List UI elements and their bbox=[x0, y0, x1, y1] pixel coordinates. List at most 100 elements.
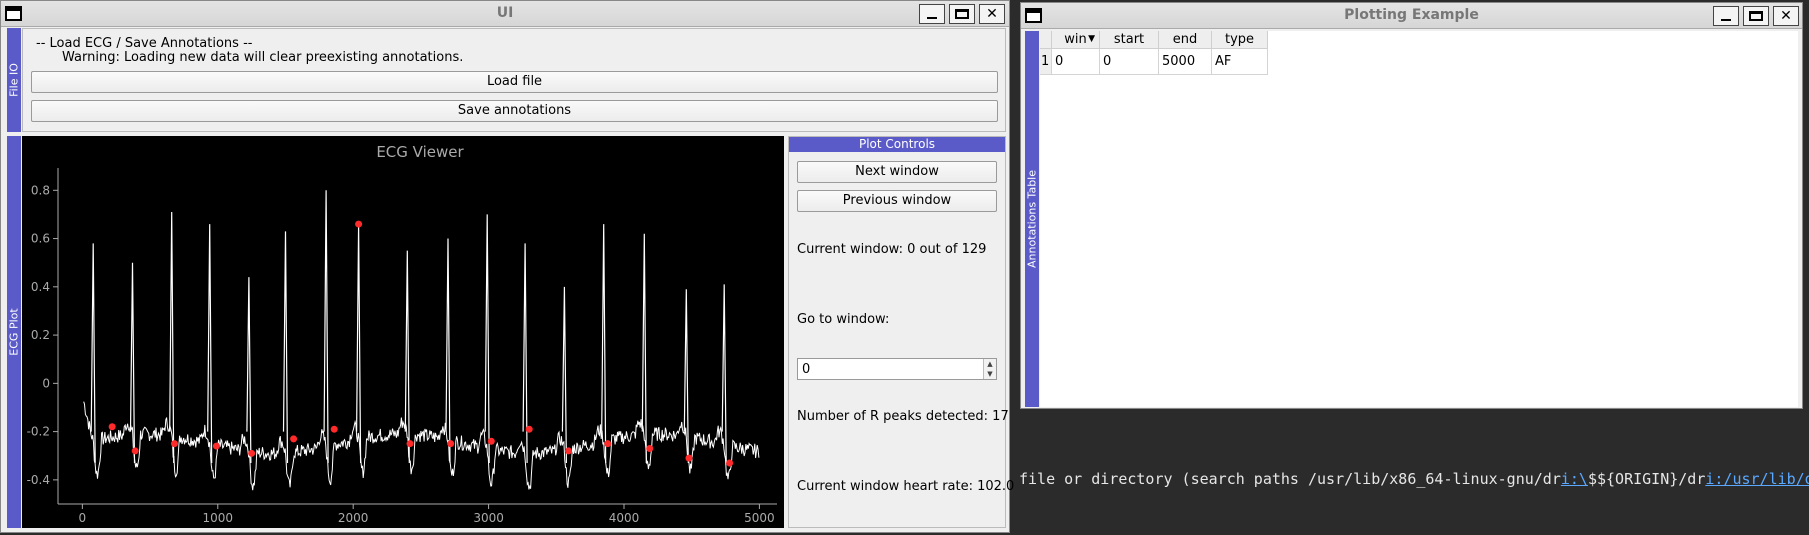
cell-start[interactable]: 0 bbox=[1100, 49, 1159, 75]
current-window-label: Current window: 0 out of 129 bbox=[797, 242, 987, 257]
ecg-plot-tab-label: ECG Plot bbox=[7, 308, 21, 356]
r-peak-marker[interactable] bbox=[564, 447, 572, 455]
r-peak-spike bbox=[169, 212, 175, 463]
ui-window: UI ✕ File IO -- Load ECG / Save Annotati… bbox=[0, 0, 1014, 533]
chevron-down-icon[interactable]: ▼ bbox=[984, 369, 996, 379]
chevron-up-icon[interactable]: ▲ bbox=[984, 359, 996, 369]
r-peak-spike bbox=[90, 243, 96, 463]
r-peak-spike bbox=[282, 231, 289, 463]
maximize-icon[interactable] bbox=[949, 4, 975, 24]
r-peak-spike bbox=[721, 284, 727, 463]
y-tick-label: 0.4 bbox=[31, 280, 50, 294]
ecg-plot-dock-tab[interactable]: ECG Plot bbox=[7, 136, 21, 528]
r-peak-marker[interactable] bbox=[726, 459, 734, 467]
close-icon[interactable]: ✕ bbox=[1773, 6, 1799, 26]
terminal-link[interactable]: i:/usr/lib/dri bbox=[1705, 470, 1809, 488]
terminal-link[interactable]: i:\ bbox=[1561, 470, 1588, 488]
annotations-table-tab-label: Annotations Table bbox=[1025, 170, 1039, 268]
sort-descending-icon: ▼ bbox=[1088, 34, 1095, 44]
r-peak-marker[interactable] bbox=[685, 454, 693, 462]
window-title: UI bbox=[496, 5, 514, 21]
r-peak-marker[interactable] bbox=[406, 440, 414, 448]
y-tick-label: -0.4 bbox=[27, 473, 50, 487]
plotting-example-window: Plotting Example ✕ Annotations Table win… bbox=[1020, 2, 1803, 409]
close-icon[interactable]: ✕ bbox=[979, 4, 1005, 24]
column-header-label: win bbox=[1064, 32, 1087, 47]
r-peak-spike bbox=[356, 224, 362, 463]
column-header-end[interactable]: end bbox=[1159, 31, 1212, 49]
terminal-text: $${ORIGIN}/dr bbox=[1587, 470, 1706, 488]
x-tick-label: 2000 bbox=[338, 511, 369, 525]
cell-end[interactable]: 5000 bbox=[1159, 49, 1212, 75]
cell-win[interactable]: 0 bbox=[1052, 49, 1100, 75]
window-title: Plotting Example bbox=[1344, 7, 1479, 23]
minimize-icon[interactable] bbox=[1713, 6, 1739, 26]
annotations-table-dock-tab[interactable]: Annotations Table bbox=[1025, 31, 1039, 407]
r-peak-spike bbox=[323, 190, 329, 463]
r-peak-spike bbox=[445, 238, 451, 463]
r-peak-marker[interactable] bbox=[108, 423, 116, 431]
goto-window-value: 0 bbox=[802, 362, 811, 377]
plot-titlebar[interactable]: Plotting Example ✕ bbox=[1021, 3, 1802, 29]
file-io-panel: -- Load ECG / Save Annotations -- Warnin… bbox=[22, 28, 1006, 132]
y-tick-label: 0.2 bbox=[31, 328, 50, 342]
load-file-button[interactable]: Load file bbox=[31, 71, 998, 93]
r-peak-marker[interactable] bbox=[290, 435, 298, 443]
r-peaks-label: Number of R peaks detected: 17 bbox=[797, 409, 1009, 424]
ui-titlebar[interactable]: UI ✕ bbox=[1, 1, 1009, 27]
heart-rate-label: Current window heart rate: 102.0 bbox=[797, 479, 1015, 494]
r-peak-marker[interactable] bbox=[447, 440, 455, 448]
file-io-warning: Warning: Loading new data will clear pre… bbox=[62, 50, 464, 65]
ecg-signal-trace bbox=[83, 401, 760, 491]
column-header-start[interactable]: start bbox=[1100, 31, 1159, 49]
r-peak-marker[interactable] bbox=[487, 437, 495, 445]
maximize-icon[interactable] bbox=[1743, 6, 1769, 26]
r-peak-marker[interactable] bbox=[330, 425, 338, 433]
r-peak-marker[interactable] bbox=[646, 445, 654, 452]
r-peak-marker[interactable] bbox=[131, 447, 139, 455]
file-io-dock-tab[interactable]: File IO bbox=[7, 28, 21, 132]
column-header-win[interactable]: win ▼ bbox=[1052, 31, 1100, 49]
save-annotations-button[interactable]: Save annotations bbox=[31, 100, 998, 122]
x-tick-label: 1000 bbox=[203, 511, 234, 525]
r-peak-spike bbox=[207, 224, 213, 463]
r-peak-marker[interactable] bbox=[355, 220, 363, 228]
cell-type[interactable]: AF bbox=[1212, 49, 1268, 75]
terminal-output[interactable]: file or directory (search paths /usr/lib… bbox=[1019, 470, 1809, 490]
x-tick-label: 4000 bbox=[609, 511, 640, 525]
x-tick-label: 5000 bbox=[744, 511, 775, 525]
r-peak-marker[interactable] bbox=[604, 440, 612, 448]
r-peak-marker[interactable] bbox=[212, 442, 220, 450]
y-tick-label: -0.2 bbox=[27, 425, 50, 439]
r-peak-spike bbox=[404, 250, 410, 463]
plot-controls-header: Plot Controls bbox=[789, 137, 1005, 152]
y-tick-label: 0 bbox=[42, 376, 50, 390]
goto-window-spinbox[interactable]: 0 ▲ ▼ bbox=[797, 358, 997, 380]
r-peak-spike bbox=[561, 286, 567, 463]
y-tick-label: 0.8 bbox=[31, 183, 50, 197]
ecg-plot[interactable]: ECG Viewer 0 1000 2000 3000 4000 5000 -0.4 -0.2… bbox=[22, 136, 784, 528]
annotations-table[interactable]: win ▼ start end type 1 0 0 5000 AF bbox=[1040, 31, 1798, 407]
goto-window-label: Go to window: bbox=[797, 312, 890, 327]
r-peak-marker[interactable] bbox=[170, 440, 178, 448]
terminal-text: file or directory (search paths /usr/lib… bbox=[1019, 470, 1561, 488]
y-tick-label: 0.6 bbox=[31, 232, 50, 246]
plot-controls-panel: Plot Controls Next window Previous windo… bbox=[788, 136, 1014, 528]
previous-window-button[interactable]: Previous window bbox=[797, 190, 997, 212]
table-corner bbox=[1040, 31, 1052, 49]
minimize-icon[interactable] bbox=[919, 4, 945, 24]
spinbox-arrows[interactable]: ▲ ▼ bbox=[983, 359, 996, 379]
r-peak-marker[interactable] bbox=[248, 449, 256, 457]
ecg-chart[interactable]: ECG Viewer 0 1000 2000 3000 4000 5000 -0.4 -0.2… bbox=[22, 136, 784, 528]
row-header[interactable]: 1 bbox=[1040, 49, 1052, 75]
r-peak-marker[interactable] bbox=[525, 425, 533, 433]
x-tick-label: 3000 bbox=[473, 511, 504, 525]
r-peak-spike bbox=[641, 233, 647, 463]
r-peak-spike bbox=[601, 224, 607, 463]
x-tick-label: 0 bbox=[79, 511, 87, 525]
column-header-type[interactable]: type bbox=[1212, 31, 1268, 49]
next-window-button[interactable]: Next window bbox=[797, 161, 997, 183]
chart-title: ECG Viewer bbox=[376, 143, 464, 161]
file-io-heading: -- Load ECG / Save Annotations -- bbox=[36, 36, 253, 51]
file-io-tab-label: File IO bbox=[7, 63, 21, 97]
